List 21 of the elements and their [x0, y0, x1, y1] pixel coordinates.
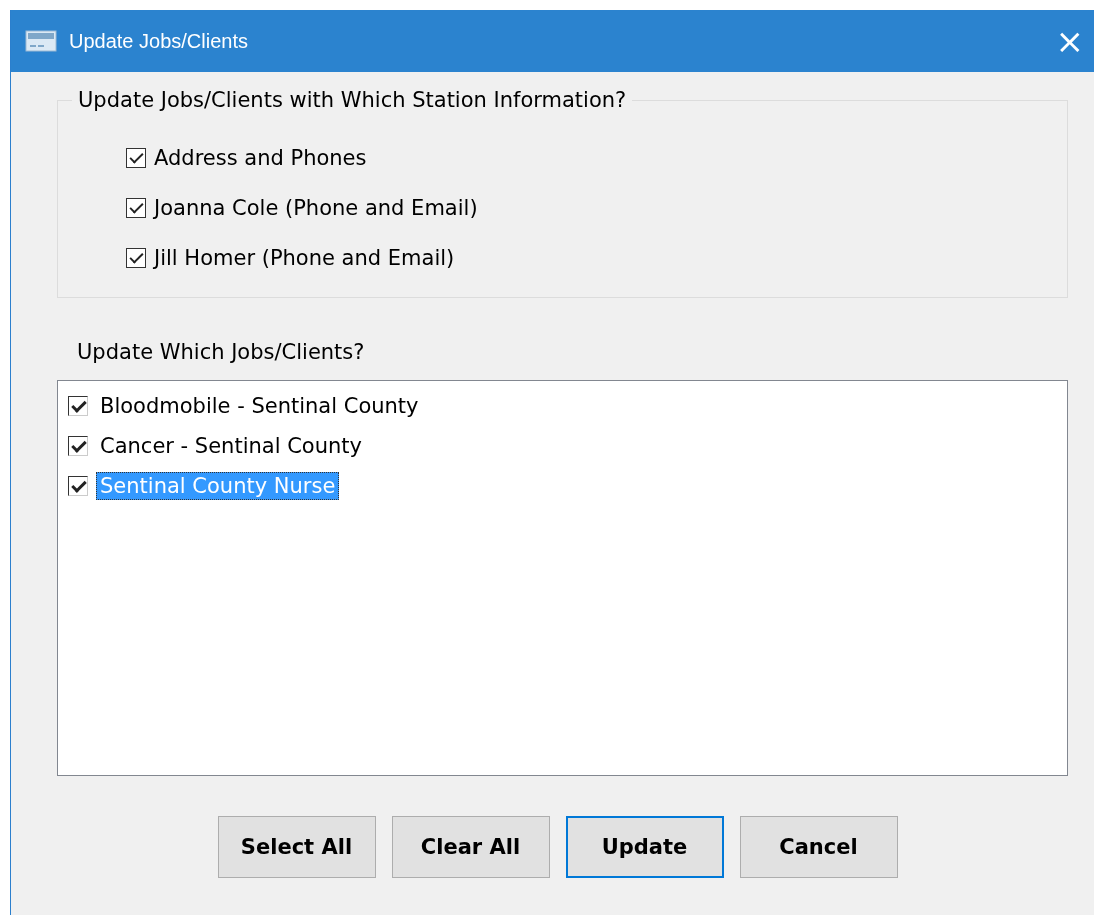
dialog-button[interactable]: Cancel [739, 816, 898, 878]
monitor-icon [25, 29, 57, 53]
close-button[interactable]: × [1045, 24, 1094, 58]
group-label: Update Jobs/Clients with Which Station Information? [72, 88, 633, 112]
checked-list[interactable]: Bloodmobile - Sentinal County Cancer - Sentinal County Sentinal County Nurse [57, 380, 1068, 776]
checkbox-label[interactable]: Joanna Cole (Phone and Email) [154, 196, 478, 220]
dialog-button[interactable]: Select All [217, 816, 376, 878]
checkbox[interactable] [126, 248, 146, 268]
list-item[interactable]: Cancer - Sentinal County [96, 432, 366, 460]
checkbox[interactable] [68, 436, 88, 456]
checkbox-label[interactable]: Jill Homer (Phone and Email) [154, 246, 455, 270]
checkbox[interactable] [126, 148, 146, 168]
dialog-button[interactable]: Update [565, 816, 724, 878]
checkbox[interactable] [68, 476, 88, 496]
list-label: Update Which Jobs/Clients? [77, 340, 366, 366]
checkbox[interactable] [126, 198, 146, 218]
checkbox[interactable] [68, 396, 88, 416]
dialog-button[interactable]: Clear All [391, 816, 550, 878]
checkbox-label[interactable]: Address and Phones [154, 146, 367, 170]
window-title: Update Jobs/Clients [69, 29, 248, 53]
list-item[interactable]: Bloodmobile - Sentinal County [96, 392, 423, 420]
